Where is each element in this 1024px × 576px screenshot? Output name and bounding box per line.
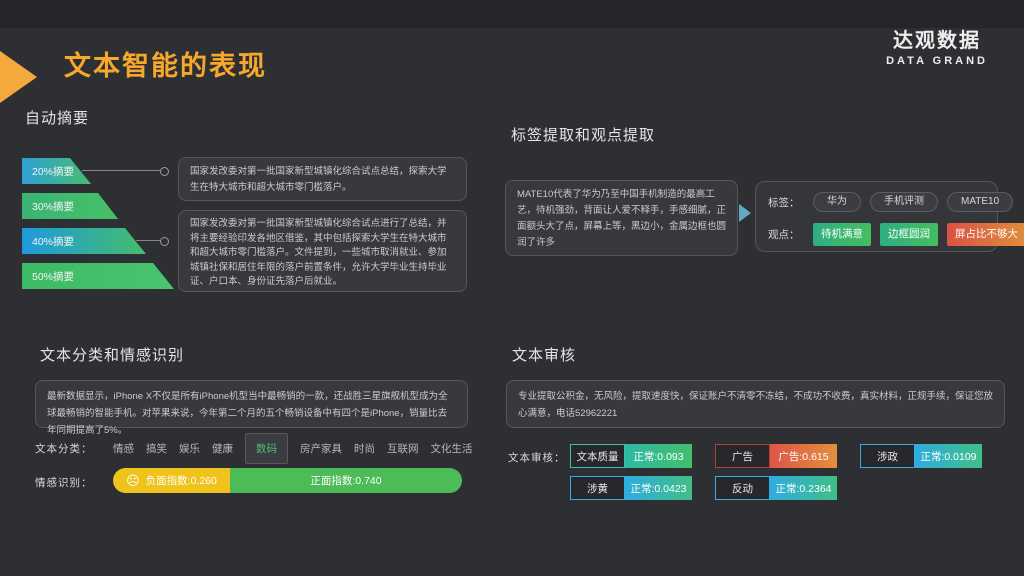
summary-40-textbox: 国家发改委对第一批国家新型城镇化综合试点进行了总结，并将主要经验印发各地区借鉴，…: [178, 210, 467, 292]
tags-label: 标签：: [768, 195, 804, 210]
positive-index-value: 正面指数:0.740: [310, 473, 381, 488]
tab-category[interactable]: 文化生活: [431, 441, 473, 456]
tag-source-textbox: MATE10代表了华为乃至中国手机制造的最高工艺，待机强劲，背面让人爱不释手，手…: [505, 180, 738, 256]
classify-source-textbox: 最新数据显示，iPhone X不仅是所有iPhone机型当中最畅销的一款，还战胜…: [35, 380, 468, 428]
review-badge-quality: 文本质量 正常:0.093: [570, 444, 692, 468]
section-heading-review: 文本审核: [512, 344, 576, 365]
opinions-row: 观点： 待机满意 边框圆润 屏占比不够大: [768, 223, 1024, 246]
review-source-textbox: 专业提取公积金，无风险，提取速度快，保证账户不清零不冻结，不成功不收费，真实材料…: [506, 380, 1005, 428]
badge-name: 反动: [715, 476, 770, 500]
review-badge-row: 涉黄 正常:0.0423 反动 正常:0.2364: [570, 476, 982, 500]
tag-pill: MATE10: [947, 192, 1013, 212]
review-badge-porn: 涉黄 正常:0.0423: [570, 476, 692, 500]
sad-face-icon: ☹: [126, 474, 140, 487]
tab-category[interactable]: 健康: [212, 441, 233, 456]
connector-dot-icon: [160, 237, 169, 246]
tab-category[interactable]: 互联网: [387, 441, 419, 456]
funnel-bar-label: 40%摘要: [32, 234, 74, 249]
tag-pill: 华为: [813, 192, 861, 212]
flow-arrow-icon: [739, 204, 751, 222]
tags-row: 标签： 华为 手机评测 MATE10: [768, 192, 1013, 212]
opinions-label: 观点：: [768, 227, 804, 242]
negative-index-value: 负面指数:0.260: [146, 473, 217, 488]
tab-category[interactable]: 情感: [113, 441, 134, 456]
opinion-chip-positive: 待机满意: [813, 223, 871, 246]
funnel-bar-label: 20%摘要: [32, 164, 74, 179]
badge-name: 涉黄: [570, 476, 625, 500]
opinion-chip-positive: 边框圆润: [880, 223, 938, 246]
review-label: 文本审核：: [508, 450, 566, 465]
funnel-bar-30: 30%摘要: [22, 193, 118, 219]
connector-dot-icon: [160, 167, 169, 176]
summary-20-textbox: 国家发改委对第一批国家新型城镇化综合试点总结，探索大学生在特大城市和超大城市零门…: [178, 157, 467, 201]
tab-category[interactable]: 娱乐: [179, 441, 200, 456]
brand-name-en: DATA GRAND: [886, 55, 988, 67]
tab-category-selected[interactable]: 数码: [245, 433, 288, 464]
funnel-bar-label: 50%摘要: [32, 269, 74, 284]
badge-name: 广告: [715, 444, 770, 468]
badge-name: 文本质量: [570, 444, 625, 468]
review-badge-ad: 广告 广告:0.615: [715, 444, 837, 468]
badge-result: 正常:0.2364: [770, 476, 837, 500]
tag-pill: 手机评测: [870, 192, 938, 212]
sentiment-negative-segment: ☹ 负面指数:0.260: [113, 468, 230, 493]
top-strip: [0, 0, 1024, 28]
review-badge-row: 文本质量 正常:0.093 广告 广告:0.615 涉政 正常:0.0109: [570, 444, 982, 468]
sentiment-positive-segment: 正面指数:0.740: [230, 468, 462, 493]
brand-logo: 达观数据 DATA GRAND: [886, 24, 988, 67]
funnel-bar-40: 40%摘要: [22, 228, 146, 254]
review-badges: 文本质量 正常:0.093 广告 广告:0.615 涉政 正常:0.0109 涉…: [570, 444, 982, 508]
badge-result: 广告:0.615: [770, 444, 837, 468]
classify-label: 文本分类：: [35, 441, 93, 456]
summary-funnel-chart: 20%摘要 30%摘要 40%摘要 50%摘要: [22, 158, 174, 289]
review-badge-politics: 涉政 正常:0.0109: [860, 444, 982, 468]
funnel-bar-20: 20%摘要: [22, 158, 91, 184]
tab-category[interactable]: 搞笑: [146, 441, 167, 456]
opinion-chip-negative: 屏占比不够大: [947, 223, 1024, 246]
section-heading-tag-opinion: 标签提取和观点提取: [511, 124, 655, 145]
title-arrow-icon: [0, 51, 37, 103]
review-badge-reactionary: 反动 正常:0.2364: [715, 476, 837, 500]
badge-name: 涉政: [860, 444, 915, 468]
badge-result: 正常:0.0109: [915, 444, 982, 468]
category-tabs: 情感 搞笑 娱乐 健康 数码 房产家具 时尚 互联网 文化生活: [113, 434, 473, 463]
section-heading-classify-sentiment: 文本分类和情感识别: [40, 344, 184, 365]
badge-result: 正常:0.0423: [625, 476, 692, 500]
badge-result: 正常:0.093: [625, 444, 692, 468]
page-title: 文本智能的表现: [64, 44, 267, 83]
sentiment-label: 情感识别：: [35, 475, 93, 490]
tab-category[interactable]: 时尚: [354, 441, 375, 456]
slide: 文本智能的表现 达观数据 DATA GRAND 自动摘要 20%摘要 30%摘要…: [0, 0, 1024, 576]
section-heading-auto-summary: 自动摘要: [25, 107, 89, 128]
funnel-bar-50: 50%摘要: [22, 263, 174, 289]
tab-category[interactable]: 房产家具: [300, 441, 342, 456]
brand-name-cn: 达观数据: [886, 24, 988, 53]
tag-opinion-result-panel: 标签： 华为 手机评测 MATE10 观点： 待机满意 边框圆润 屏占比不够大: [755, 181, 998, 252]
connector-line: [82, 170, 160, 171]
sentiment-bar: ☹ 负面指数:0.260 正面指数:0.740: [113, 468, 462, 493]
connector-line: [136, 240, 160, 241]
funnel-bar-label: 30%摘要: [32, 199, 74, 214]
